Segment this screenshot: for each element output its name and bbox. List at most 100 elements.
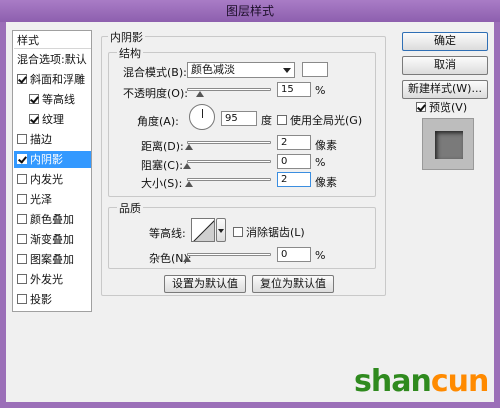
style-list-item[interactable]: 颜色叠加 <box>14 211 91 228</box>
style-list-item-label: 外发光 <box>30 273 63 286</box>
style-list-item[interactable]: 投影 <box>14 291 91 308</box>
watermark-text-b: cun <box>430 364 489 399</box>
style-list-checkbox[interactable] <box>17 74 27 84</box>
distance-slider-thumb[interactable] <box>184 144 193 150</box>
style-list-checkbox[interactable] <box>17 194 27 204</box>
style-list-item-label: 描边 <box>30 133 52 146</box>
style-list-item-label: 等高线 <box>42 93 75 106</box>
opacity-input[interactable]: 15 <box>277 82 311 97</box>
noise-slider-track[interactable] <box>187 253 271 256</box>
set-default-button[interactable]: 设置为默认值 <box>164 275 246 293</box>
shadow-color-swatch[interactable] <box>302 62 328 77</box>
inner-shadow-title: 内阴影 <box>108 29 145 45</box>
noise-input[interactable]: 0 <box>277 247 311 262</box>
style-list-item[interactable]: 内阴影 <box>14 151 91 168</box>
quality-legend: 品质 <box>117 200 143 216</box>
antialias-option[interactable]: 消除锯齿(L) <box>233 224 305 240</box>
size-unit: 像素 <box>315 176 337 189</box>
style-list-item[interactable]: 混合选项:默认 <box>14 51 91 68</box>
style-list-item-label: 颜色叠加 <box>30 213 74 226</box>
angle-dial[interactable] <box>189 104 215 130</box>
style-list-item-label: 内发光 <box>30 173 63 186</box>
quality-group: 品质 等高线: 消除锯齿(L) 杂色(N): 0 % <box>108 200 376 269</box>
style-list-checkbox[interactable] <box>17 234 27 244</box>
distance-label: 距离(D): <box>141 140 184 153</box>
style-list-item-label: 渐变叠加 <box>30 233 74 246</box>
antialias-label: 消除锯齿(L) <box>246 226 305 239</box>
global-light-checkbox[interactable] <box>277 115 287 125</box>
global-light-label: 使用全局光(G) <box>290 114 363 127</box>
global-light-option[interactable]: 使用全局光(G) <box>277 112 362 128</box>
angle-dial-hand <box>202 109 203 118</box>
preview-label: 预览(V) <box>429 101 468 114</box>
distance-unit: 像素 <box>315 139 337 152</box>
angle-unit: 度 <box>261 114 272 127</box>
style-list-item-label: 混合选项:默认 <box>17 53 87 66</box>
style-list: 样式 混合选项:默认斜面和浮雕等高线纹理描边内阴影内发光光泽颜色叠加渐变叠加图案… <box>12 30 92 312</box>
style-list-item[interactable]: 等高线 <box>14 91 91 108</box>
style-list-checkbox[interactable] <box>17 134 27 144</box>
blend-mode-select[interactable]: 颜色减淡 <box>187 62 295 78</box>
distance-slider-track[interactable] <box>187 141 271 144</box>
style-list-checkbox[interactable] <box>29 114 39 124</box>
preview-option[interactable]: 预览(V) <box>416 99 467 115</box>
preview-checkbox[interactable] <box>416 102 426 112</box>
ok-button[interactable]: 确定 <box>402 32 488 51</box>
style-list-item-label: 图案叠加 <box>30 253 74 266</box>
style-list-item[interactable]: 渐变叠加 <box>14 231 91 248</box>
size-input[interactable]: 2 <box>277 172 311 187</box>
style-list-item[interactable]: 内发光 <box>14 171 91 188</box>
blend-mode-value: 颜色减淡 <box>191 63 235 76</box>
style-list-item-label: 内阴影 <box>30 153 63 166</box>
chevron-down-icon <box>283 68 291 73</box>
window-title: 图层样式 <box>0 0 500 22</box>
choke-label: 阻塞(C): <box>141 159 183 172</box>
style-list-item-label: 光泽 <box>30 193 52 206</box>
reset-default-button[interactable]: 复位为默认值 <box>252 275 334 293</box>
noise-slider-thumb[interactable] <box>183 256 191 262</box>
angle-input[interactable]: 95 <box>221 111 257 126</box>
contour-dropdown-button[interactable] <box>216 218 226 242</box>
style-list-item[interactable]: 图案叠加 <box>14 251 91 268</box>
style-list-item-label: 斜面和浮雕 <box>30 73 85 86</box>
angle-label: 角度(A): <box>137 115 179 128</box>
antialias-checkbox[interactable] <box>233 227 243 237</box>
style-list-header[interactable]: 样式 <box>14 32 91 49</box>
choke-slider-track[interactable] <box>187 160 271 163</box>
style-list-checkbox[interactable] <box>17 294 27 304</box>
contour-label: 等高线: <box>149 227 186 240</box>
style-list-checkbox[interactable] <box>17 254 27 264</box>
style-list-item[interactable]: 斜面和浮雕 <box>14 71 91 88</box>
size-slider-thumb[interactable] <box>184 181 193 187</box>
new-style-button[interactable]: 新建样式(W)... <box>402 80 488 99</box>
cancel-button[interactable]: 取消 <box>402 56 488 75</box>
style-list-checkbox[interactable] <box>17 154 27 164</box>
opacity-slider-thumb[interactable] <box>195 91 204 97</box>
distance-input[interactable]: 2 <box>277 135 311 150</box>
size-slider-track[interactable] <box>187 178 271 181</box>
inner-shadow-group: 内阴影 结构 混合模式(B): 颜色减淡 不透明度(O): 15 % 角度(A)… <box>101 29 386 296</box>
choke-unit: % <box>315 156 326 169</box>
structure-legend: 结构 <box>117 45 143 61</box>
style-list-item[interactable]: 光泽 <box>14 191 91 208</box>
noise-unit: % <box>315 249 326 262</box>
contour-picker[interactable] <box>191 218 215 242</box>
size-label: 大小(S): <box>141 177 183 190</box>
style-list-item-label: 投影 <box>30 293 52 306</box>
style-list-item[interactable]: 纹理 <box>14 111 91 128</box>
opacity-label: 不透明度(O): <box>123 87 188 100</box>
opacity-unit: % <box>315 84 326 97</box>
style-list-checkbox[interactable] <box>17 214 27 224</box>
style-preview-thumbnail <box>422 118 474 170</box>
choke-input[interactable]: 0 <box>277 154 311 169</box>
style-list-item[interactable]: 外发光 <box>14 271 91 288</box>
style-preview-square <box>435 131 463 159</box>
style-list-item[interactable]: 描边 <box>14 131 91 148</box>
style-list-checkbox[interactable] <box>17 174 27 184</box>
style-list-checkbox[interactable] <box>29 94 39 104</box>
blend-mode-label: 混合模式(B): <box>123 66 187 79</box>
chevron-down-icon <box>218 229 224 233</box>
style-list-checkbox[interactable] <box>17 274 27 284</box>
choke-slider-thumb[interactable] <box>183 163 191 169</box>
watermark-text-a: shan <box>354 364 432 399</box>
